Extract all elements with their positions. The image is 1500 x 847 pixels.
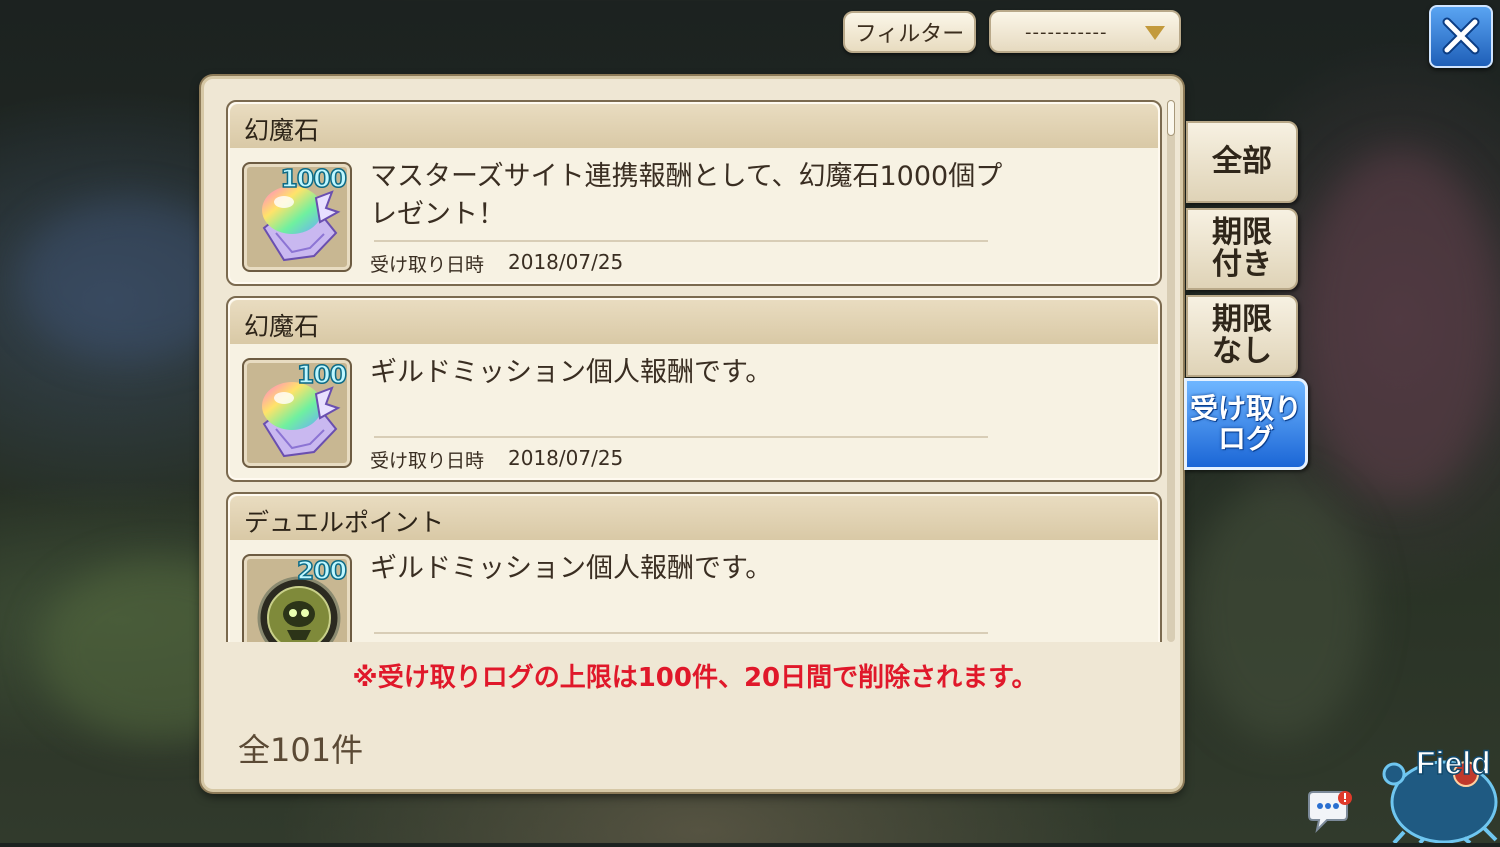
scrollbar-thumb[interactable] xyxy=(1167,100,1175,136)
tab-no-deadline[interactable]: 期限 なし xyxy=(1186,295,1298,377)
background-rock xyxy=(1300,150,1500,500)
entry-description: ギルドミッション個人報酬です。 xyxy=(370,357,773,388)
chevron-down-icon xyxy=(1145,26,1165,40)
gift-log-entry: 幻魔石 1000 マスターズサイト連携報酬として、幻魔石1000個プレゼント！ … xyxy=(226,100,1162,286)
gift-log-panel: 幻魔石 1000 マスターズサイト連携報酬として、幻魔石1000個プレゼント！ … xyxy=(201,76,1183,792)
entry-date: 2018/07/25 xyxy=(508,446,624,470)
date-label: 受け取り日時 xyxy=(370,450,485,472)
entry-divider xyxy=(374,632,988,634)
entry-description: マスターズサイト連携報酬として、幻魔石1000個プレゼント！ xyxy=(370,161,1003,230)
item-quantity: 1000 xyxy=(280,163,348,194)
close-icon xyxy=(1442,17,1480,55)
item-icon-frame: 200 xyxy=(242,554,352,642)
entry-description: ギルドミッション個人報酬です。 xyxy=(370,553,773,584)
close-button[interactable] xyxy=(1429,5,1493,68)
filter-button[interactable]: フィルター xyxy=(843,11,976,53)
entry-date: 2018/07/25 xyxy=(508,250,624,274)
gift-log-entry: デュエルポイント 200 ギルドミッション個人報酬です。 xyxy=(226,492,1162,642)
filter-dropdown-value: ----------- xyxy=(1025,22,1108,43)
log-limit-notice: ※受け取りログの上限は100件、20日間で削除されます。 xyxy=(352,663,1038,693)
list-scrollbar[interactable] xyxy=(1167,100,1175,642)
chat-bubble-icon xyxy=(1308,791,1352,834)
background-foliage-right xyxy=(1190,480,1370,740)
gift-log-entry: 幻魔石 100 ギルドミッション個人報酬です。 受け取り日時 2018/07/2… xyxy=(226,296,1162,482)
entry-title: 幻魔石 xyxy=(244,312,320,341)
item-quantity: 100 xyxy=(296,359,348,390)
date-label: 受け取り日時 xyxy=(370,254,485,276)
entry-header: 幻魔石 xyxy=(230,104,1158,148)
entry-divider xyxy=(374,436,988,438)
total-count: 全101件 xyxy=(238,731,364,769)
entry-title: 幻魔石 xyxy=(244,116,320,145)
entry-header: 幻魔石 xyxy=(230,300,1158,344)
entry-divider xyxy=(374,240,988,242)
gift-log-list[interactable]: 幻魔石 1000 マスターズサイト連携報酬として、幻魔石1000個プレゼント！ … xyxy=(226,100,1171,642)
tab-all[interactable]: 全部 xyxy=(1186,121,1298,203)
filter-dropdown[interactable]: ----------- xyxy=(989,10,1181,53)
item-icon-frame: 1000 xyxy=(242,162,352,272)
field-label: Field xyxy=(1415,744,1491,782)
entry-title: デュエルポイント xyxy=(244,508,445,537)
chat-button[interactable] xyxy=(1305,790,1357,838)
item-icon-frame: 100 xyxy=(242,358,352,468)
entry-header: デュエルポイント xyxy=(230,496,1158,540)
tab-receive-log[interactable]: 受け取り ログ xyxy=(1184,378,1308,470)
item-quantity: 200 xyxy=(296,555,348,586)
tab-with-deadline[interactable]: 期限 付き xyxy=(1186,208,1298,290)
